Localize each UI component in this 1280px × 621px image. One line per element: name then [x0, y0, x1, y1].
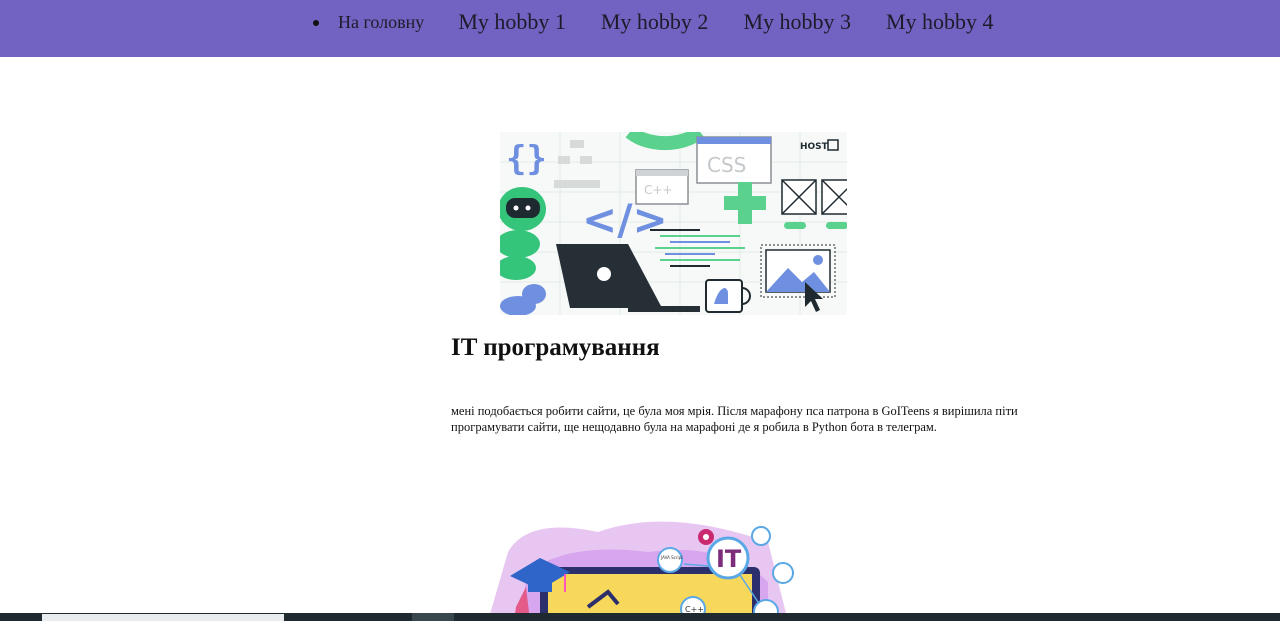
css-window-icon: CSS [696, 136, 772, 184]
nav-hobby-3-link[interactable]: My hobby 3 [743, 9, 851, 34]
code-brackets-icon: </> [582, 195, 668, 244]
image-selection-icon [760, 244, 836, 312]
cloud-icon [500, 284, 546, 315]
mug-icon [705, 279, 751, 313]
braces-icon: {} [506, 139, 547, 179]
os-taskbar [0, 613, 1280, 621]
it-bubble-icon: IT [706, 536, 750, 580]
programming-illustration: {} C++ CSS HOST </> [500, 132, 847, 315]
it-education-illustration-svg: IT JAVA Script C++ [488, 521, 794, 621]
nav-hobby-4-link[interactable]: My hobby 4 [886, 9, 994, 34]
taskbar-app-button[interactable] [412, 613, 454, 621]
svg-text:IT: IT [716, 545, 742, 573]
top-navigation-bar: На головну My hobby 1 My hobby 2 My hobb… [0, 0, 1280, 57]
nav-hobby-2-link[interactable]: My hobby 2 [601, 9, 709, 34]
nav-list: На головну My hobby 1 My hobby 2 My hobb… [313, 9, 1029, 35]
nav-home-link[interactable]: На головну [338, 12, 424, 32]
page-title: IT програмування [451, 334, 660, 361]
plus-icon [724, 182, 766, 224]
programming-illustration-svg: {} C++ CSS HOST </> [500, 132, 847, 315]
it-education-illustration: IT JAVA Script C++ [468, 512, 808, 621]
intro-paragraph: мені подобається робити сайти, це була м… [451, 404, 1018, 434]
svg-text:CSS: CSS [707, 153, 746, 177]
svg-text:JAVA Script: JAVA Script [660, 555, 683, 560]
robot-icon [500, 187, 546, 280]
image-placeholder-icons [781, 179, 847, 215]
java-bubble-icon: JAVA Script [657, 547, 683, 573]
taskbar-search-box[interactable] [42, 614, 284, 621]
nav-hobby-1-link[interactable]: My hobby 1 [458, 9, 566, 34]
brand-logo: HOST [800, 142, 829, 152]
nav-bullet-icon [313, 20, 319, 26]
